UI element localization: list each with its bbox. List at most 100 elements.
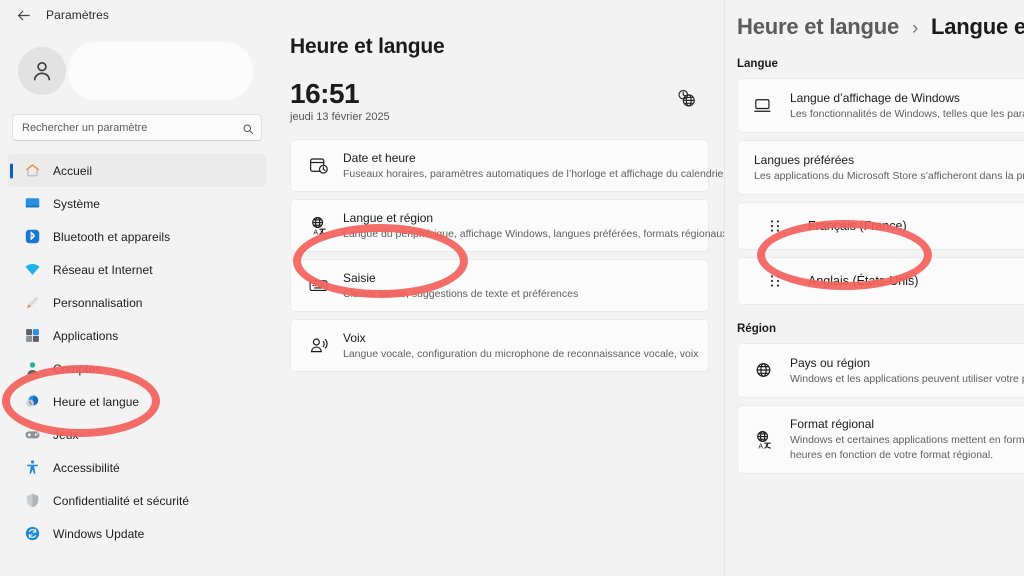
calendar-clock-icon — [307, 155, 329, 177]
speech-icon — [307, 335, 329, 357]
sidebar-item-systeme[interactable]: Système — [8, 187, 266, 220]
card-title: Voix — [343, 331, 366, 346]
sidebar-item-windows-update[interactable]: Windows Update — [8, 517, 266, 550]
sidebar-item-label: Système — [53, 196, 101, 211]
right-card-format-regional[interactable]: A Format régional Windows et certaines a… — [737, 405, 1024, 474]
sidebar-item-personnalisation[interactable]: Personnalisation — [8, 286, 266, 319]
svg-text:A: A — [758, 443, 763, 450]
paintbrush-icon — [24, 294, 41, 311]
sidebar-item-label: Windows Update — [53, 526, 145, 541]
card-title: Saisie — [343, 271, 376, 286]
sidebar-item-jeux[interactable]: Jeux — [8, 418, 266, 451]
sidebar-item-applications[interactable]: Applications — [8, 319, 266, 352]
person-icon — [24, 360, 41, 377]
card-title: Langue d’affichage de Windows — [790, 90, 960, 105]
avatar — [18, 47, 66, 95]
preferred-language-francais-france[interactable]: Français (France) — [737, 202, 1024, 250]
right-card-langues-preferees[interactable]: Langues préférées Les applications du Mi… — [737, 140, 1024, 195]
card-subtitle: Windows et les applications peuvent util… — [790, 372, 1024, 385]
world-clock-icon[interactable] — [675, 87, 697, 109]
right-card-pays-ou-region[interactable]: Pays ou région Windows et les applicatio… — [737, 343, 1024, 398]
shield-icon — [24, 492, 41, 509]
preferred-language-anglais-etats-unis[interactable]: Anglais (États-Unis) — [737, 257, 1024, 305]
clock-summary: 16:51 jeudi 13 février 2025 — [290, 79, 709, 123]
display-language-icon — [752, 95, 774, 117]
wifi-icon — [24, 261, 41, 278]
sidebar-item-label: Heure et langue — [53, 394, 140, 409]
center-panel: Heure et langue 16:51 jeudi 13 février 2… — [274, 0, 728, 576]
sidebar-item-label: Personnalisation — [53, 295, 143, 310]
sidebar-item-label: Bluetooth et appareils — [53, 229, 171, 244]
settings-card-list: Date et heure Fuseaux horaires, paramètr… — [290, 139, 728, 373]
drag-handle-icon[interactable] — [768, 217, 782, 235]
sidebar-item-label: Comptes — [53, 361, 102, 376]
region-card-list: Pays ou région Windows et les applicatio… — [737, 343, 1024, 474]
keyboard-icon — [307, 275, 329, 297]
language-card-list: Langue d’affichage de Windows Les foncti… — [737, 78, 1024, 305]
card-title: Date et heure — [343, 151, 416, 166]
card-subtitle: Langue du périphérique, affichage Window… — [343, 228, 728, 241]
drag-handle-icon[interactable] — [768, 272, 782, 290]
current-time: 16:51 — [290, 78, 360, 109]
sidebar-item-label: Confidentialité et sécurité — [53, 493, 190, 508]
language-region-icon: A — [307, 215, 329, 237]
chevron-right-icon: › — [911, 18, 919, 39]
sidebar-item-accueil[interactable]: Accueil — [8, 154, 266, 187]
center-card-date-et-heure[interactable]: Date et heure Fuseaux horaires, paramètr… — [290, 139, 727, 193]
card-subtitle: Les applications du Microsoft Store s’af… — [754, 169, 1024, 182]
section-label-langue: Langue — [737, 58, 778, 70]
clock-globe-icon — [24, 393, 41, 410]
card-subtitle: Fuseaux horaires, paramètres automatique… — [343, 168, 727, 181]
card-title: Pays ou région — [790, 355, 871, 370]
sidebar-item-confidentialite-et-securite[interactable]: Confidentialité et sécurité — [8, 484, 266, 517]
title-bar: Paramètres — [0, 0, 274, 30]
right-panel: Heure et langue › Langue et région Langu… — [725, 0, 1024, 576]
search-input[interactable] — [12, 114, 262, 141]
breadcrumb-parent[interactable]: Heure et langue — [737, 14, 899, 39]
app-title: Paramètres — [46, 8, 110, 22]
svg-text:A: A — [313, 230, 318, 237]
card-subtitle: Les fonctionnalités de Windows, telles q… — [790, 107, 1024, 120]
update-icon — [24, 525, 41, 542]
settings-window: Paramètres Rechercher un paramètre Accue… — [0, 0, 1024, 576]
home-icon — [24, 162, 41, 179]
gaming-icon — [24, 426, 41, 443]
right-card-langue-affichage-windows[interactable]: Langue d’affichage de Windows Les foncti… — [737, 78, 1024, 133]
sidebar-nav: Accueil Système Bluetooth et appareils R… — [0, 154, 274, 550]
center-card-saisie[interactable]: Saisie Clavier tactile, suggestions de t… — [290, 259, 709, 313]
current-date: jeudi 13 février 2025 — [290, 111, 390, 124]
card-subtitle: Langue vocale, configuration du micropho… — [343, 348, 699, 361]
back-arrow-icon[interactable] — [14, 6, 32, 24]
sidebar-item-bluetooth-et-appareils[interactable]: Bluetooth et appareils — [8, 220, 266, 253]
regional-format-icon: A — [752, 428, 774, 450]
account-plate — [68, 42, 253, 100]
accessibility-icon — [24, 459, 41, 476]
sidebar-item-label: Réseau et Internet — [53, 262, 153, 277]
sidebar: Paramètres Rechercher un paramètre Accue… — [0, 0, 274, 576]
breadcrumb-current: Langue et région — [931, 14, 1024, 39]
sidebar-item-label: Jeux — [53, 427, 79, 442]
section-label-region: Région — [737, 323, 776, 335]
card-subtitle: Clavier tactile, suggestions de texte et… — [343, 288, 579, 301]
monitor-icon — [24, 195, 41, 212]
sidebar-item-label: Accessibilité — [53, 460, 120, 475]
apps-icon — [24, 327, 41, 344]
card-title: Langues préférées — [754, 152, 855, 167]
breadcrumb: Heure et langue › Langue et région — [737, 14, 1024, 40]
center-card-voix[interactable]: Voix Langue vocale, configuration du mic… — [290, 319, 709, 373]
language-name: Anglais (États-Unis) — [808, 274, 919, 288]
account-card[interactable] — [12, 40, 262, 102]
globe-icon — [752, 360, 774, 382]
sidebar-item-heure-et-langue[interactable]: Heure et langue — [8, 385, 266, 418]
sidebar-item-reseau-et-internet[interactable]: Réseau et Internet — [8, 253, 266, 286]
language-name: Français (France) — [808, 219, 907, 233]
card-title: Langue et région — [343, 211, 434, 226]
center-card-langue-et-region[interactable]: A Langue et région Langue du périphériqu… — [290, 199, 728, 253]
search-box[interactable] — [12, 114, 262, 141]
sidebar-item-accessibilite[interactable]: Accessibilité — [8, 451, 266, 484]
sidebar-item-label: Accueil — [53, 163, 93, 178]
card-title: Format régional — [790, 417, 875, 431]
sidebar-item-label: Applications — [53, 328, 119, 343]
card-subtitle: Windows et certaines applications metten… — [790, 434, 1024, 461]
sidebar-item-comptes[interactable]: Comptes — [8, 352, 266, 385]
